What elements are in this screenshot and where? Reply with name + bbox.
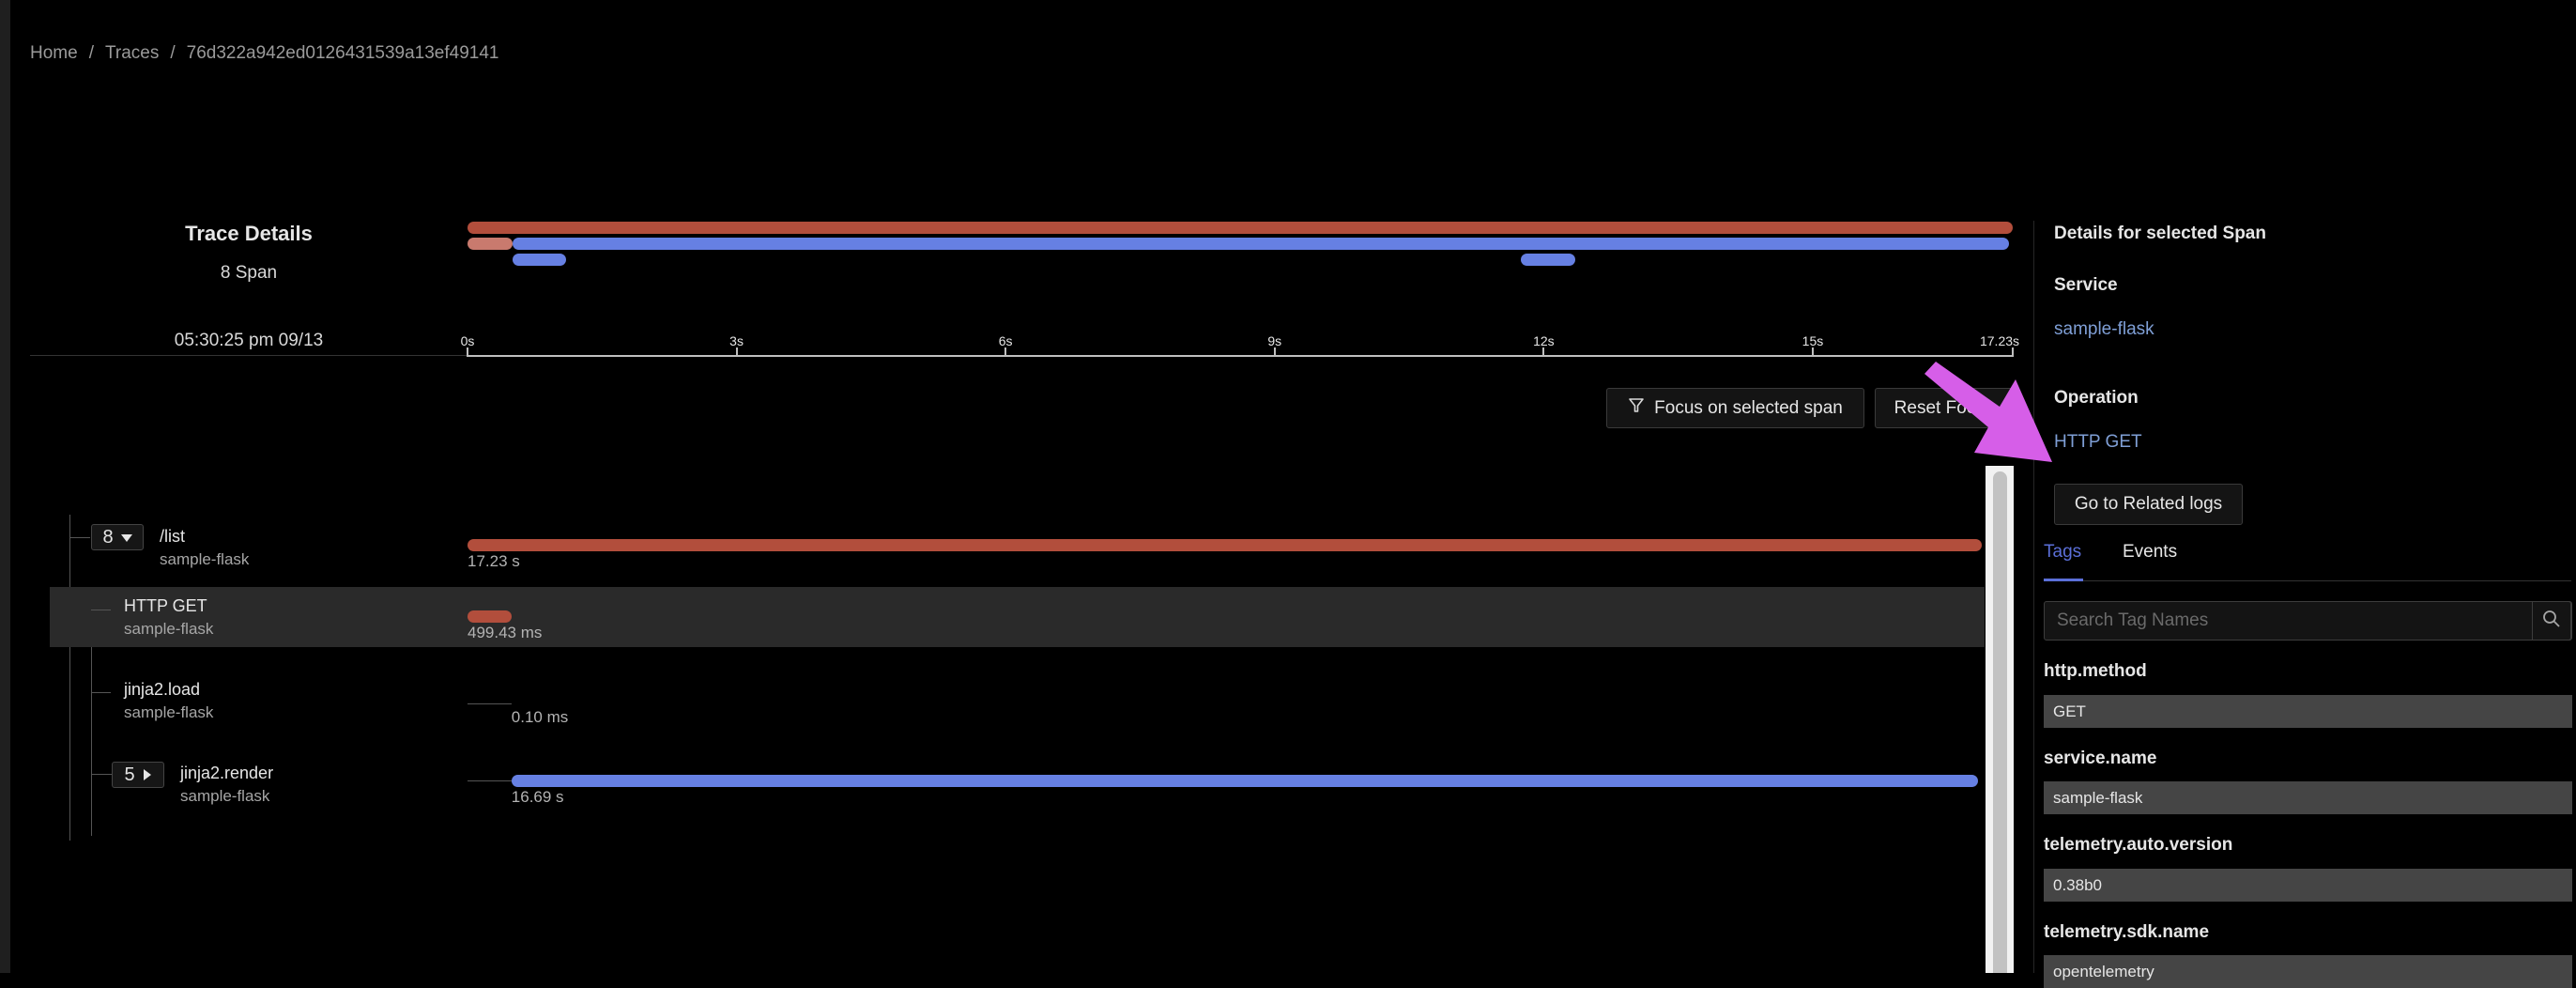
focus-selected-span-label: Focus on selected span [1654, 397, 1843, 418]
axis-tick [1811, 347, 1814, 357]
reset-focus-label: Reset Focus [1894, 397, 1995, 418]
breadcrumb-trace-id: 76d322a942ed0126431539a13ef49141 [186, 43, 499, 63]
span-count: 8 Span [220, 263, 278, 283]
axis-tick [467, 347, 468, 357]
axis-tick-label: 12s [1533, 333, 1555, 348]
go-to-related-logs-label: Go to Related logs [2074, 494, 2223, 514]
details-tabs: Tags Events [2044, 538, 2571, 581]
trace-title: Trace Details [185, 222, 313, 245]
tree-connector [91, 692, 111, 693]
span-duration-bar[interactable] [468, 610, 512, 623]
timeline-axis [468, 355, 2013, 357]
breadcrumb-separator: / [170, 43, 176, 63]
tab-tags[interactable]: Tags [2044, 542, 2081, 563]
tab-tags-label: Tags [2044, 542, 2082, 562]
tag-key: http.method [2044, 661, 2147, 681]
tag-search-input[interactable] [2045, 602, 2492, 640]
search-icon [2542, 610, 2561, 633]
left-sidebar-edge [0, 0, 10, 973]
tab-events[interactable]: Events [2123, 542, 2177, 563]
tab-events-label: Events [2123, 542, 2178, 562]
header-divider [30, 355, 468, 356]
service-link[interactable]: sample-flask [2054, 319, 2154, 340]
tag-value: GET [2044, 695, 2572, 728]
caret-down-icon [120, 527, 132, 548]
span-name: jinja2.load [124, 680, 201, 699]
span-duration-bar[interactable] [511, 775, 1979, 787]
tag-key: service.name [2044, 749, 2157, 768]
span-row-selected[interactable]: HTTP GET sample-flask [50, 587, 1985, 647]
expand-children-toggle[interactable]: 5 [112, 762, 164, 788]
tag-value: sample-flask [2044, 781, 2572, 814]
span-offset-line [468, 703, 512, 704]
filter-icon [1628, 397, 1645, 420]
panel-divider [2033, 221, 2034, 973]
minimap-span-bar[interactable] [468, 222, 2013, 234]
span-service: sample-flask [160, 550, 250, 568]
axis-tick-label: 9s [1267, 333, 1282, 348]
axis-tick-label: 3s [729, 333, 744, 348]
span-service: sample-flask [124, 620, 214, 638]
span-name: jinja2.render [180, 764, 274, 782]
span-duration-bar[interactable] [468, 539, 1982, 551]
collapse-children-toggle[interactable]: 8 [91, 524, 144, 550]
span-duration: 16.69 s [511, 788, 564, 806]
tag-key: telemetry.sdk.name [2044, 922, 2210, 942]
axis-tick [1004, 347, 1007, 357]
span-duration: 0.10 ms [511, 708, 569, 726]
axis-tick [2012, 347, 2014, 357]
breadcrumb: Home / Traces / 76d322a942ed0126431539a1… [30, 43, 498, 64]
child-count: 8 [102, 526, 114, 548]
active-tab-indicator [2044, 579, 2083, 581]
reset-focus-button[interactable]: Reset Focus [1875, 388, 2014, 428]
span-name: HTTP GET [124, 596, 207, 615]
breadcrumb-separator: / [88, 43, 94, 63]
breadcrumb-traces[interactable]: Traces [105, 43, 159, 64]
span-service: sample-flask [180, 787, 270, 805]
caret-right-icon [143, 764, 152, 786]
details-title: Details for selected Span [2054, 224, 2266, 243]
trace-start-time: 05:30:25 pm 09/13 [174, 331, 324, 350]
minimap-span-bar[interactable] [512, 238, 2010, 250]
tree-connector [69, 537, 90, 538]
span-duration: 17.23 s [468, 552, 520, 570]
operation-label: Operation [2054, 388, 2139, 408]
focus-selected-span-button[interactable]: Focus on selected span [1606, 388, 1864, 428]
breadcrumb-home[interactable]: Home [30, 43, 78, 64]
axis-tick-label: 0s [460, 333, 475, 348]
minimap-span-bar[interactable] [1521, 254, 1575, 266]
go-to-related-logs-button[interactable]: Go to Related logs [2054, 484, 2243, 525]
tag-key: telemetry.auto.version [2044, 835, 2233, 855]
axis-tick-label: 17.23s [1979, 333, 2020, 348]
span-offset-line [468, 780, 512, 781]
axis-tick [735, 347, 738, 357]
axis-tick [1542, 347, 1545, 357]
axis-tick-label: 15s [1802, 333, 1824, 348]
span-duration: 499.43 ms [468, 624, 543, 641]
minimap-span-bar[interactable] [468, 238, 513, 250]
tag-value: opentelemetry [2044, 955, 2572, 988]
span-name: /list [160, 527, 185, 546]
span-row[interactable]: jinja2.load sample-flask [50, 669, 1985, 729]
scrollbar-thumb[interactable] [1993, 471, 2007, 973]
tag-value: 0.38b0 [2044, 869, 2572, 902]
operation-link[interactable]: HTTP GET [2054, 432, 2142, 453]
tree-connector [91, 774, 112, 775]
search-button[interactable] [2532, 601, 2571, 641]
axis-tick [1273, 347, 1276, 357]
service-label: Service [2054, 275, 2118, 295]
span-service: sample-flask [124, 703, 214, 721]
minimap-span-bar[interactable] [512, 254, 567, 266]
tag-search [2044, 601, 2572, 641]
child-count: 5 [124, 764, 135, 785]
axis-tick-label: 6s [998, 333, 1013, 348]
